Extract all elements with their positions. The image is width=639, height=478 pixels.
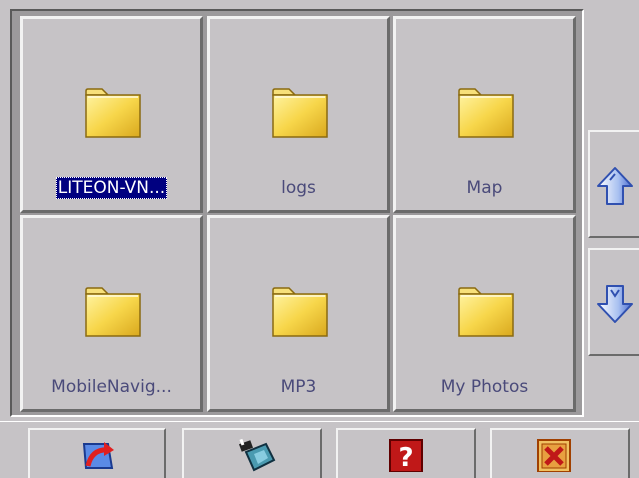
scroll-down-button[interactable]	[588, 248, 639, 356]
help-button[interactable]: ?	[336, 428, 476, 478]
folder-label: LITEON-VN...	[55, 177, 168, 199]
media-clapper-icon	[238, 438, 276, 472]
arrow-up-icon	[597, 167, 633, 205]
folder-label: logs	[281, 178, 316, 198]
folder-icon	[272, 88, 328, 138]
folder-tile[interactable]: Map	[393, 16, 576, 213]
close-icon	[537, 439, 571, 472]
media-button[interactable]	[182, 428, 322, 478]
folder-icon	[458, 287, 514, 337]
folder-tile[interactable]: logs	[207, 16, 390, 213]
svg-text:?: ?	[398, 443, 413, 472]
folder-icon	[272, 287, 328, 337]
back-button[interactable]	[28, 428, 166, 478]
help-icon: ?	[389, 439, 423, 472]
folder-tile[interactable]: LITEON-VN...	[20, 16, 203, 213]
folder-icon	[458, 88, 514, 138]
folder-icon	[85, 88, 141, 138]
arrow-down-icon	[597, 285, 633, 323]
folder-tile[interactable]: MP3	[207, 215, 390, 412]
back-arrow-icon	[82, 442, 114, 469]
folder-icon	[85, 287, 141, 337]
folder-label: My Photos	[440, 377, 529, 397]
bottom-toolbar: ?	[0, 421, 639, 478]
folder-label: MP3	[280, 377, 317, 397]
folder-tile[interactable]: MobileNavig...	[20, 215, 203, 412]
folder-tile[interactable]: My Photos	[393, 215, 576, 412]
folder-label: MobileNavig...	[51, 377, 172, 397]
scroll-up-button[interactable]	[588, 130, 639, 238]
folder-label: Map	[466, 178, 503, 198]
close-button[interactable]	[490, 428, 630, 478]
folder-grid: LITEON-VN... logs Map MobileNavig... MP3…	[10, 9, 584, 417]
file-browser-window: LITEON-VN... logs Map MobileNavig... MP3…	[0, 0, 639, 478]
